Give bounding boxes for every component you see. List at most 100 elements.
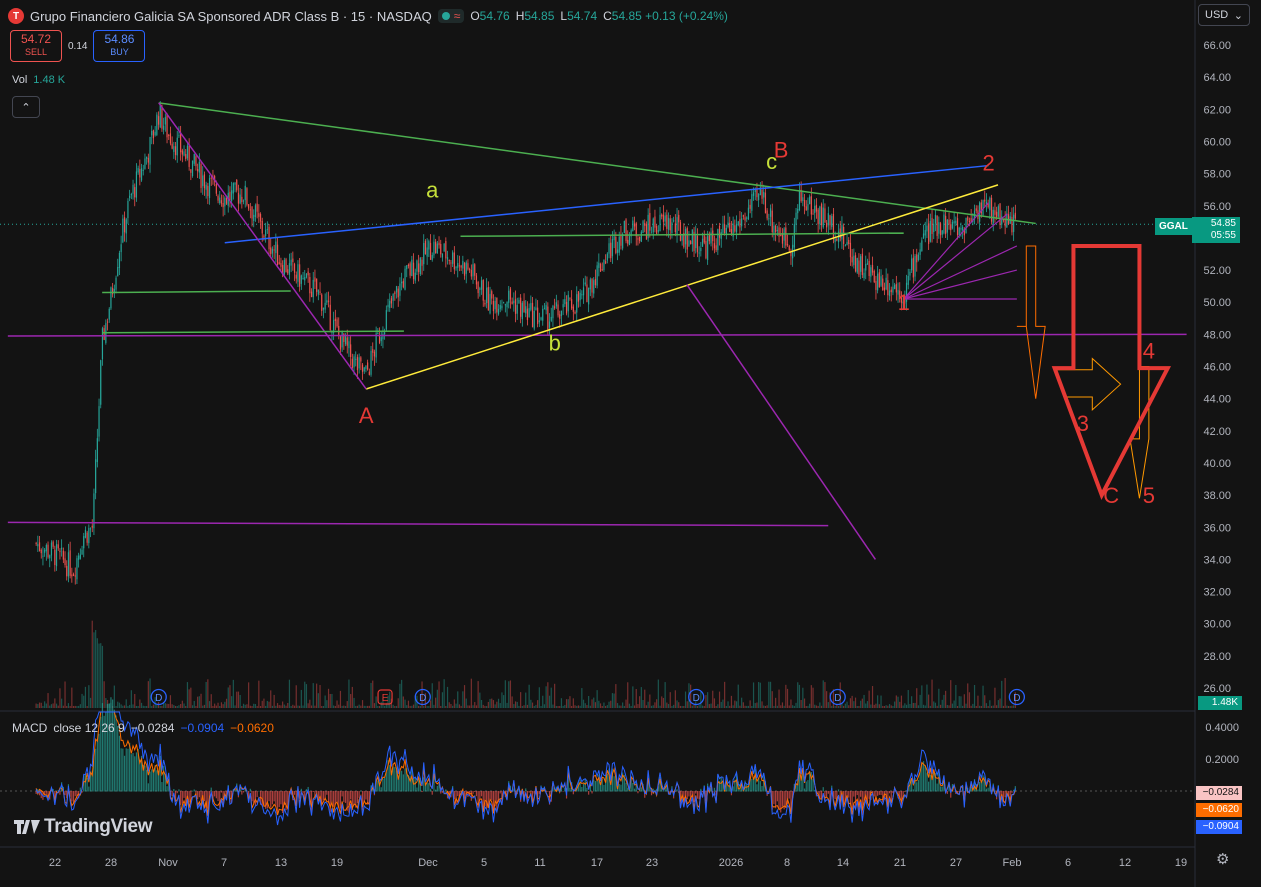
volume-bar (856, 705, 858, 708)
candle-body (89, 528, 92, 530)
candle-body (86, 532, 88, 543)
price-chart[interactable]: 26.00 28.00 30.00 32.00 34.00 36.00 38.00 40.00… (0, 0, 1261, 887)
candle-body (559, 314, 561, 319)
status-pill[interactable]: ≈ (437, 9, 465, 23)
volume-bar (914, 702, 916, 708)
volume-bar (554, 683, 556, 708)
candle-body (639, 236, 641, 242)
currency-select[interactable]: USD ⌄ (1198, 4, 1250, 26)
macd-histogram-bar (888, 791, 891, 794)
volume-bar (135, 705, 138, 708)
candle-body (314, 277, 316, 282)
candle-body (176, 137, 178, 156)
volume-bar (790, 699, 792, 708)
volume-bar (718, 691, 721, 708)
volume-legend[interactable]: Vol 1.48 K (12, 74, 65, 86)
candle-body (169, 133, 172, 144)
candle-body (71, 574, 73, 577)
volume-bar (521, 705, 523, 708)
candle-body (219, 197, 221, 204)
volume-bar (628, 703, 631, 708)
collapse-legend-button[interactable]: ⌃ (12, 96, 40, 118)
candle-body (960, 228, 962, 230)
volume-bar (305, 684, 308, 708)
candle-body (844, 245, 846, 247)
candle-body (627, 239, 629, 244)
volume-bar (752, 682, 755, 708)
candle-body (300, 275, 302, 284)
volume-bar (261, 700, 263, 708)
macd-histogram-bar (110, 697, 112, 792)
macd-histogram-bar (193, 789, 195, 792)
macd-legend[interactable]: MACD close 12 26 9 −0.0284 −0.0904 −0.06… (12, 721, 274, 735)
macd-histogram-bar (547, 791, 549, 792)
macd-histogram-bar (293, 791, 296, 795)
macd-histogram-bar (525, 788, 527, 792)
volume-bar (178, 705, 180, 708)
candle-body (640, 231, 642, 242)
candle-body (344, 336, 347, 345)
volume-bar (171, 704, 173, 708)
volume-bar (343, 705, 345, 708)
volume-bar (487, 701, 489, 708)
tradingview-logo[interactable]: TradingView (14, 816, 153, 838)
volume-bar (497, 698, 500, 708)
macd-histogram-bar (650, 791, 653, 796)
volume-bar (627, 682, 629, 708)
volume-bar (713, 698, 716, 708)
volume-bar (67, 703, 70, 708)
volume-bar (95, 630, 97, 708)
gear-icon[interactable]: ⚙ (1216, 850, 1229, 868)
macd-histogram-bar (960, 791, 962, 792)
macd-histogram-bar (773, 791, 775, 805)
candle-body (207, 185, 209, 197)
volume-bar (538, 687, 540, 708)
macd-histogram-bar (987, 787, 989, 792)
volume-bar (518, 705, 520, 708)
volume-bar (275, 705, 277, 708)
volume-bar (926, 684, 928, 708)
volume-bar (392, 704, 394, 708)
candle-body (334, 318, 336, 321)
volume-bar (948, 705, 950, 708)
macd-histogram-bar (254, 791, 257, 806)
candle-body (776, 230, 778, 232)
candle-body (429, 242, 432, 260)
macd-signal-axis-label: −0.0620 (1196, 803, 1242, 817)
candle-body (931, 217, 933, 235)
macd-histogram-bar (759, 781, 761, 792)
volume-bar (809, 703, 811, 708)
macd-histogram-bar (132, 752, 134, 792)
candle-body (285, 259, 287, 273)
volume-bar (404, 699, 406, 708)
volume-bar (939, 704, 942, 708)
symbol-title[interactable]: Grupo Financiero Galicia SA Sponsored AD… (30, 9, 432, 24)
candle-body (35, 542, 37, 544)
candle-body (370, 350, 372, 375)
macd-histogram-bar (693, 791, 695, 803)
candle-body (307, 271, 309, 276)
volume-bar (438, 681, 440, 708)
candle-body (858, 260, 860, 275)
macd-histogram-bar (637, 791, 639, 794)
candle-body (712, 230, 714, 242)
candle-body (914, 255, 916, 277)
volume-bar (389, 691, 391, 708)
candle-body (618, 236, 620, 253)
volume-bar (747, 705, 750, 708)
macd-params: close 12 26 9 (53, 721, 125, 735)
macd-histogram-bar (686, 791, 688, 800)
candle-body (397, 288, 399, 298)
macd-histogram-bar (596, 780, 598, 792)
candle-body (98, 406, 100, 437)
candle-body (892, 286, 894, 293)
volume-bar (657, 679, 659, 708)
candle-body (645, 224, 648, 240)
macd-histogram-bar (788, 791, 790, 799)
sell-button[interactable]: 54.72 SELL (10, 30, 62, 62)
candle-body (880, 276, 882, 286)
candle-body (110, 287, 112, 309)
volume-bar (174, 705, 177, 708)
buy-button[interactable]: 54.86 BUY (93, 30, 146, 62)
candle-body (322, 307, 325, 310)
